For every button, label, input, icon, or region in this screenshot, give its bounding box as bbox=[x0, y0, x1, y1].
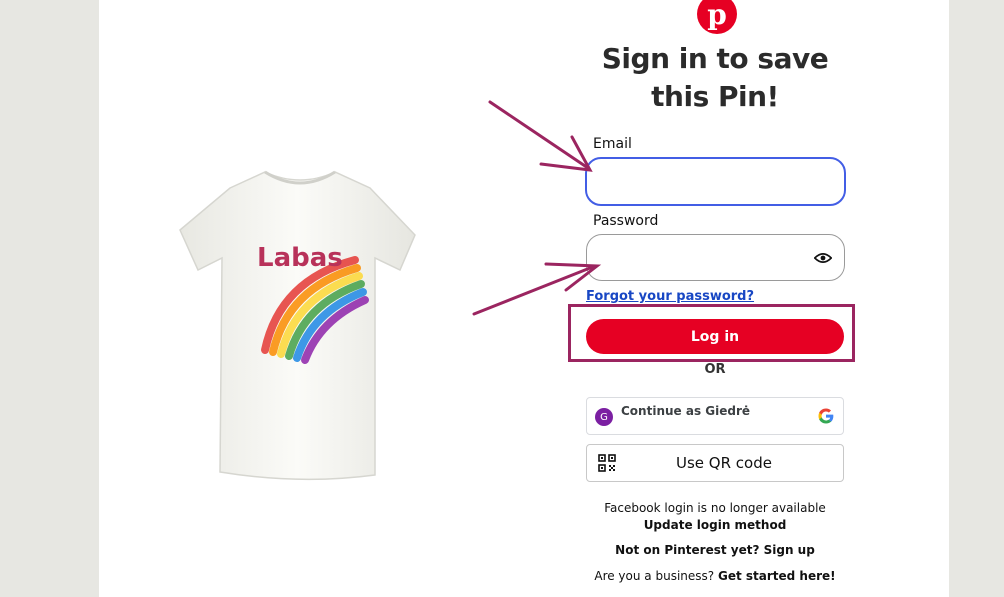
google-account-label: Continue as Giedrė bbox=[621, 404, 751, 418]
forgot-password-link[interactable]: Forgot your password? bbox=[586, 289, 754, 304]
google-logo-icon bbox=[818, 408, 834, 424]
business-link[interactable]: Get started here! bbox=[718, 569, 836, 583]
annotation-highlight-box bbox=[568, 304, 855, 362]
qr-code-button[interactable]: Use QR code bbox=[586, 444, 844, 482]
password-field[interactable] bbox=[586, 234, 845, 281]
eye-icon[interactable] bbox=[814, 249, 832, 267]
update-login-link[interactable]: Update login method bbox=[586, 518, 844, 532]
signup-link[interactable]: Not on Pinterest yet? Sign up bbox=[586, 543, 844, 557]
facebook-notice: Facebook login is no longer available bbox=[604, 501, 826, 515]
business-line: Are you a business? Get started here! bbox=[586, 569, 844, 583]
avatar: G bbox=[595, 408, 613, 426]
google-signin-button[interactable]: G Continue as Giedrė bbox=[586, 397, 844, 435]
or-divider: OR bbox=[704, 362, 726, 377]
password-label: Password bbox=[593, 213, 659, 229]
qr-code-label: Use QR code bbox=[676, 454, 772, 472]
product-image: Labas bbox=[170, 160, 430, 490]
modal-title: Sign in to save this Pin! bbox=[601, 42, 829, 113]
email-field[interactable] bbox=[585, 157, 846, 206]
business-prefix: Are you a business? bbox=[594, 569, 715, 583]
email-label: Email bbox=[593, 136, 632, 152]
shirt-text: Labas bbox=[257, 243, 343, 273]
tshirt-illustration: Labas bbox=[179, 170, 416, 481]
